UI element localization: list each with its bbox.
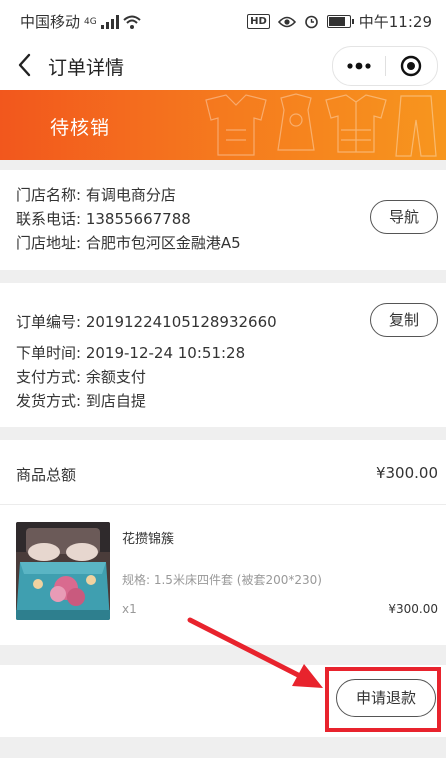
status-left: 中国移动 4G: [20, 11, 141, 32]
page-title: 订单详情: [48, 57, 125, 79]
delivery-method: 发货方式: 到店自提: [16, 392, 146, 410]
store-address: 门店地址: 合肥市包河区金融港A5: [16, 234, 241, 252]
battery-icon: [326, 15, 354, 28]
more-dots-icon: [347, 62, 371, 70]
clothing-pattern-decoration: [205, 93, 437, 157]
hd-badge: HD: [247, 14, 270, 29]
signal-icon: [100, 14, 119, 29]
target-close-icon: [401, 55, 422, 77]
store-info-card: 门店名称: 有调电商分店 联系电话: 13855667788 门店地址: 合肥市…: [0, 170, 446, 270]
product-image[interactable]: [16, 522, 110, 620]
clock: 中午11:29: [358, 13, 432, 31]
store-phone: 联系电话: 13855667788: [16, 210, 191, 228]
total-value: ¥300.00: [375, 464, 438, 482]
order-status-text: 待核销: [50, 117, 111, 139]
alarm-icon: [304, 15, 318, 29]
product-name: 花攒锦簇: [122, 532, 175, 547]
bedding-set-picture: [16, 522, 110, 620]
more-button[interactable]: [333, 47, 385, 85]
product-quantity: x1: [122, 602, 137, 616]
network-type: 4G: [84, 16, 97, 27]
order-number: 订单编号: 20191224105128932660: [16, 313, 277, 331]
order-status-banner: 待核销: [0, 90, 446, 160]
back-arrow-icon[interactable]: [14, 52, 36, 78]
navigation-bar: 订单详情: [0, 40, 446, 90]
product-price: ¥300.00: [388, 602, 438, 616]
card-divider: [0, 504, 446, 505]
eye-icon: [277, 16, 296, 27]
order-time: 下单时间: 2019-12-24 10:51:28: [16, 344, 246, 362]
refund-highlight-box: [325, 667, 441, 732]
close-miniprogram-button[interactable]: [386, 47, 438, 85]
order-info-card: 订单编号: 20191224105128932660 下单时间: 2019-12…: [0, 283, 446, 427]
total-label: 商品总额: [16, 466, 77, 484]
status-right: HD 中午11:29: [247, 11, 432, 32]
copy-order-number-button[interactable]: 复制: [370, 303, 438, 337]
store-name: 门店名称: 有调电商分店: [16, 186, 176, 204]
navigate-button[interactable]: 导航: [370, 200, 438, 234]
wifi-icon: [123, 15, 141, 29]
payment-method: 支付方式: 余额支付: [16, 368, 146, 386]
product-spec: 规格: 1.5米床四件套 (被套200*230): [122, 573, 322, 587]
miniprogram-capsule: [332, 46, 438, 86]
status-bar: 中国移动 4G HD 中午11:29: [0, 0, 446, 40]
carrier-name: 中国移动: [20, 13, 81, 31]
